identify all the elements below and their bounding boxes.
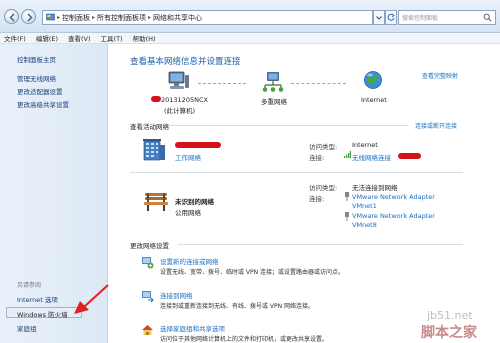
work-network-icon[interactable] [141,135,167,161]
homegroup-link[interactable]: 家庭组 [17,323,37,333]
watermark-text: 脚本之家 [421,325,477,341]
address-toolbar: ▸ 控制面板 ▸ 所有控制面板项 ▸ 网络和共享中心 搜索控制面板 [0,0,500,33]
breadcrumb-separator-icon: ▸ [57,14,61,21]
active-networks-heading: 查看活动网络 [130,123,169,131]
connection-label: 连接: [309,195,325,203]
chevron-down-icon [376,16,382,20]
globe-icon [364,71,382,89]
page-title: 查看基本网络信息并设置连接 [130,57,241,67]
multiple-networks-label: 多重网络 [261,98,287,106]
search-icon[interactable] [483,13,492,22]
breadcrumb-control-panel[interactable]: 控制面板 [62,13,90,23]
map-connector-line [291,83,346,84]
watermark-url: jb51.net [427,309,473,322]
vmnet8-label[interactable]: VMnet8 [352,221,377,229]
ssid-redaction [398,153,421,159]
ethernet-icon [345,192,349,201]
manage-wireless-link[interactable]: 管理无线网络 [17,73,56,83]
menu-tools[interactable]: 工具(T) [101,33,123,43]
access-type-label: 访问类型: [309,184,338,192]
setup-new-connection-link[interactable]: 设置新的连接或网络 [160,256,219,266]
map-connector-line [198,83,246,84]
internet-options-link[interactable]: Internet 选项 [17,294,58,304]
access-type-value: Internet [352,141,378,149]
change-settings-heading: 更改网络设置 [130,242,169,250]
setup-new-connection-desc: 设置无线、宽带、拨号、临时或 VPN 连接；或设置路由器或访问点。 [160,269,345,276]
menu-edit[interactable]: 编辑(E) [36,33,58,43]
signal-strength-icon [344,151,351,158]
left-task-pane: 控制面板主页 管理无线网络 更改适配器设置 更改高级共享设置 另请参阅 Inte… [0,44,108,343]
homegroup-sharing-icon [142,325,153,335]
breadcrumb-separator-icon: ▸ [148,14,152,21]
section-divider [168,125,408,126]
connect-to-network-link[interactable]: 连接到网络 [160,290,193,300]
see-also-heading: 另请参阅 [17,282,42,289]
network-name-redaction [175,142,221,148]
forward-button[interactable] [21,9,36,24]
menu-file[interactable]: 文件(F) [4,33,26,43]
computer-icon [168,71,189,89]
redaction-mark [151,96,161,102]
connect-network-icon [142,291,154,303]
public-network-type: 公用网络 [175,209,201,217]
internet-label: Internet [361,96,387,104]
address-dropdown-button[interactable] [373,10,385,25]
wireless-connection-link[interactable]: 无线网络连接 [352,152,391,162]
search-input[interactable]: 搜索控制面板 [398,10,496,25]
park-bench-icon [144,193,168,211]
connect-to-network-desc: 连接到或重新连接到无线、有线、拨号或 VPN 网络连接。 [160,303,315,310]
refresh-button[interactable] [385,10,397,25]
homegroup-sharing-desc: 访问位于其他网络计算机上的文件和打印机，或更改共享设置。 [160,336,329,343]
breadcrumb-all-items[interactable]: 所有控制面板项 [97,13,146,23]
section-divider [178,244,463,245]
new-connection-icon [142,257,154,269]
back-button[interactable] [4,9,19,24]
control-panel-home-link[interactable]: 控制面板主页 [17,54,56,64]
ethernet-icon [345,212,349,221]
back-arrow-icon [9,13,15,22]
vmnet1-adapter-link[interactable]: VMware Network Adapter [352,193,435,201]
main-content: 查看基本网络信息并设置连接 查看完整映射 20131205NCX (此计算机) … [108,44,500,343]
multiple-networks-icon [262,72,284,92]
forward-arrow-icon [27,13,33,22]
menu-bar: 文件(F) 编辑(E) 查看(V) 工具(T) 帮助(H) [0,33,500,44]
windows-firewall-link[interactable]: Windows 防火墙 [17,309,68,319]
homegroup-sharing-link[interactable]: 选择家庭组和共享选项 [160,323,225,333]
section-divider [130,172,463,173]
control-panel-icon [46,13,55,21]
advanced-sharing-link[interactable]: 更改高级共享设置 [17,99,69,109]
work-network-type-link[interactable]: 工作网络 [175,152,201,162]
menu-view[interactable]: 查看(V) [68,33,91,43]
see-full-map-link[interactable]: 查看完整映射 [422,71,458,80]
unidentified-network-name: 未识别的网络 [175,198,214,206]
change-adapter-settings-link[interactable]: 更改适配器设置 [17,86,63,96]
this-computer-label: (此计算机) [164,107,196,115]
access-type-label: 访问类型: [309,143,338,151]
access-type-value: 无法连接到网络 [352,184,398,192]
refresh-icon [387,13,395,21]
connection-label: 连接: [309,154,325,162]
breadcrumb-network-center[interactable]: 网络和共享中心 [153,13,202,23]
vmnet8-adapter-link[interactable]: VMware Network Adapter [352,212,435,220]
connect-disconnect-link[interactable]: 连接或断开连接 [415,121,457,130]
address-bar[interactable]: ▸ 控制面板 ▸ 所有控制面板项 ▸ 网络和共享中心 [42,10,373,25]
breadcrumb-separator-icon: ▸ [92,14,96,21]
computer-name: 20131205NCX [161,96,208,104]
menu-help[interactable]: 帮助(H) [133,33,156,43]
search-placeholder: 搜索控制面板 [402,15,439,22]
vmnet1-label[interactable]: VMnet1 [352,202,377,210]
